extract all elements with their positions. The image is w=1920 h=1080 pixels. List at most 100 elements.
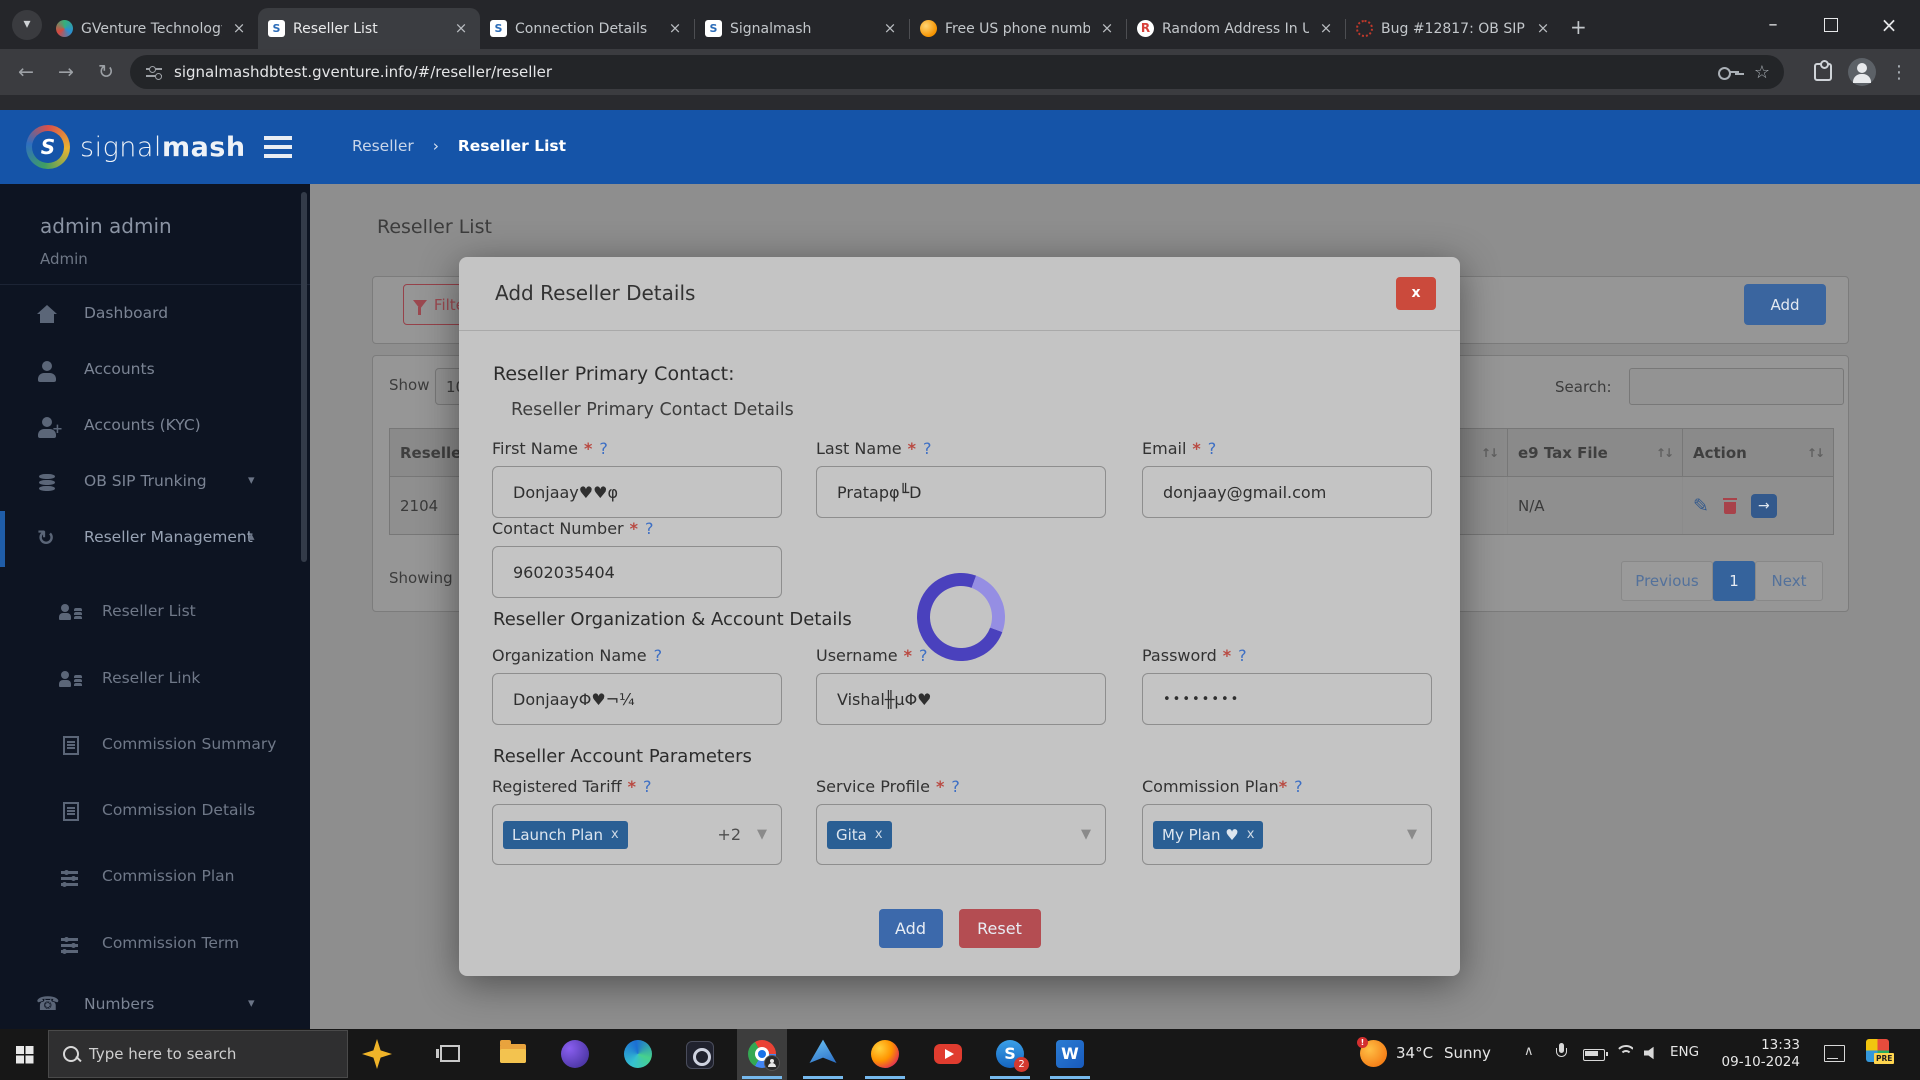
battery-icon[interactable] — [1583, 1049, 1605, 1061]
sidebar-item-commission-summary[interactable]: Commission Summary — [0, 724, 310, 768]
tab-close-icon[interactable]: × — [666, 20, 684, 38]
sidebar-item-reseller-management[interactable]: Reseller Management ▴ — [0, 517, 310, 561]
language-indicator[interactable]: ENG — [1670, 1044, 1699, 1060]
help-icon[interactable]: ? — [951, 777, 960, 796]
weather-icon[interactable] — [1360, 1040, 1387, 1067]
tab-signalmash[interactable]: S Signalmash × — [695, 8, 909, 49]
password-input[interactable]: •••••••• — [1142, 673, 1432, 725]
add-reseller-button[interactable]: Add — [1744, 284, 1826, 325]
sidebar-toggle-hamburger-icon[interactable] — [264, 136, 292, 158]
first-name-input[interactable]: Donjaay♥♥φ — [492, 466, 782, 518]
back-button[interactable]: ← — [6, 61, 46, 83]
chip-remove-icon[interactable]: x — [1247, 827, 1255, 842]
edit-icon[interactable]: ✎ — [1693, 495, 1709, 517]
start-button-icon[interactable] — [16, 1046, 33, 1063]
contact-number-input[interactable]: 9602035404 — [492, 546, 782, 598]
firefox-icon[interactable] — [870, 1039, 900, 1069]
pagination-previous[interactable]: Previous — [1621, 561, 1713, 601]
help-icon[interactable]: ? — [1238, 646, 1247, 665]
sidebar-item-ob-sip-trunking[interactable]: OB SIP Trunking ▾ — [0, 461, 310, 505]
help-icon[interactable]: ? — [645, 519, 654, 538]
pre-app-icon[interactable]: PRE — [1866, 1039, 1889, 1062]
bookmark-star-icon[interactable]: ☆ — [1754, 62, 1770, 83]
chevron-down-icon[interactable]: ▼ — [1407, 827, 1417, 842]
tab-gventure[interactable]: GVenture Technology × — [46, 8, 258, 49]
table-header-e9-tax-file[interactable]: e9 Tax File ↑↓ — [1508, 429, 1683, 476]
tab-bug-12817[interactable]: Bug #12817: OB SIP × — [1346, 8, 1562, 49]
service-profile-select[interactable]: Gitax ▼ — [816, 804, 1106, 865]
email-input[interactable]: donjaay@gmail.com — [1142, 466, 1432, 518]
chevron-down-icon[interactable]: ▼ — [1081, 827, 1091, 842]
help-icon[interactable]: ? — [923, 439, 932, 458]
clock[interactable]: 13:33 09-10-2024 — [1712, 1037, 1800, 1071]
organization-name-input[interactable]: DonjaayΦ♥¬¼ — [492, 673, 782, 725]
task-view-icon[interactable] — [440, 1045, 460, 1062]
sidebar-scrollbar[interactable] — [301, 192, 307, 562]
tab-search-chevron-icon[interactable]: ▾ — [12, 10, 42, 40]
file-explorer-icon[interactable] — [498, 1039, 528, 1069]
pagination-page-1[interactable]: 1 — [1713, 561, 1755, 601]
tab-close-icon[interactable]: × — [881, 20, 899, 38]
window-maximize-button[interactable] — [1802, 0, 1860, 49]
breadcrumb-parent[interactable]: Reseller — [352, 137, 414, 155]
delete-trash-icon[interactable] — [1723, 498, 1737, 514]
sidebar-item-commission-plan[interactable]: Commission Plan — [0, 856, 310, 900]
youtube-icon[interactable] — [933, 1039, 963, 1069]
modal-reset-button[interactable]: Reset — [959, 909, 1041, 948]
modal-add-button[interactable]: Add — [879, 909, 943, 948]
tab-connection-details[interactable]: S Connection Details × — [480, 8, 694, 49]
sidebar-item-dashboard[interactable]: Dashboard — [0, 293, 310, 337]
username-input[interactable]: Vishal╫μΦ♥ — [816, 673, 1106, 725]
tab-reseller-list[interactable]: S Reseller List × — [258, 8, 480, 49]
reload-button[interactable]: ↻ — [86, 61, 126, 83]
pagination-next[interactable]: Next — [1755, 561, 1823, 601]
registered-tariff-select[interactable]: Launch Planx +2 ▼ — [492, 804, 782, 865]
chevron-down-icon[interactable]: ▼ — [757, 827, 767, 842]
network-icon[interactable] — [1615, 1045, 1633, 1059]
tab-close-icon[interactable]: × — [1534, 20, 1552, 38]
search-input[interactable] — [1629, 368, 1844, 405]
password-manager-icon[interactable] — [1718, 66, 1740, 78]
word-icon[interactable]: W — [1055, 1039, 1085, 1069]
chip-remove-icon[interactable]: x — [875, 827, 883, 842]
tab-close-icon[interactable]: × — [230, 20, 248, 38]
modal-close-button[interactable]: x — [1396, 277, 1436, 310]
action-center-icon[interactable] — [1824, 1045, 1845, 1062]
skype-icon[interactable]: S2 — [995, 1039, 1025, 1069]
tab-free-us-phone[interactable]: Free US phone numb × — [910, 8, 1126, 49]
browser-profile-avatar[interactable] — [1848, 58, 1876, 86]
weather-desc[interactable]: Sunny — [1444, 1044, 1491, 1062]
microphone-icon[interactable] — [1556, 1043, 1566, 1061]
blue-app-icon[interactable] — [808, 1039, 838, 1069]
taskbar-search-box[interactable]: Type here to search — [48, 1030, 348, 1078]
chip-remove-icon[interactable]: x — [611, 827, 619, 842]
tab-close-icon[interactable]: × — [1098, 20, 1116, 38]
sidebar-item-reseller-link[interactable]: Reseller Link — [0, 658, 310, 702]
window-minimize-button[interactable]: – — [1744, 0, 1802, 49]
site-settings-icon[interactable] — [146, 66, 162, 78]
speaker-icon[interactable] — [1644, 1046, 1660, 1060]
snipping-tool-icon[interactable] — [684, 1039, 714, 1069]
login-as-icon[interactable]: → — [1751, 494, 1777, 518]
edge-icon[interactable] — [623, 1039, 653, 1069]
tab-close-icon[interactable]: × — [1317, 20, 1335, 38]
help-icon[interactable]: ? — [1294, 777, 1303, 796]
sidebar-item-accounts[interactable]: Accounts — [0, 349, 310, 393]
sort-icon[interactable]: ↑↓ — [1807, 446, 1823, 460]
address-bar[interactable]: signalmashdbtest.gventure.info/#/reselle… — [130, 55, 1784, 89]
sidebar-item-numbers[interactable]: Numbers ▾ — [0, 984, 310, 1028]
browser-menu-icon[interactable]: ⋮ — [1890, 62, 1908, 83]
url-text[interactable]: signalmashdbtest.gventure.info/#/reselle… — [174, 63, 1718, 81]
help-icon[interactable]: ? — [643, 777, 652, 796]
commission-plan-select[interactable]: My Plan ♥x ▼ — [1142, 804, 1432, 865]
chrome-icon[interactable] — [747, 1039, 777, 1069]
tab-close-icon[interactable]: × — [452, 20, 470, 38]
sidebar-item-commission-details[interactable]: Commission Details — [0, 790, 310, 834]
search-highlights-icon[interactable] — [362, 1039, 392, 1069]
help-icon[interactable]: ? — [599, 439, 608, 458]
window-close-button[interactable]: × — [1860, 0, 1918, 49]
sort-icon[interactable]: ↑↓ — [1656, 446, 1672, 460]
sidebar-item-commission-term[interactable]: Commission Term — [0, 923, 310, 967]
sidebar-item-accounts-kyc[interactable]: Accounts (KYC) — [0, 405, 310, 449]
weather-temp[interactable]: 34°C — [1396, 1044, 1433, 1062]
